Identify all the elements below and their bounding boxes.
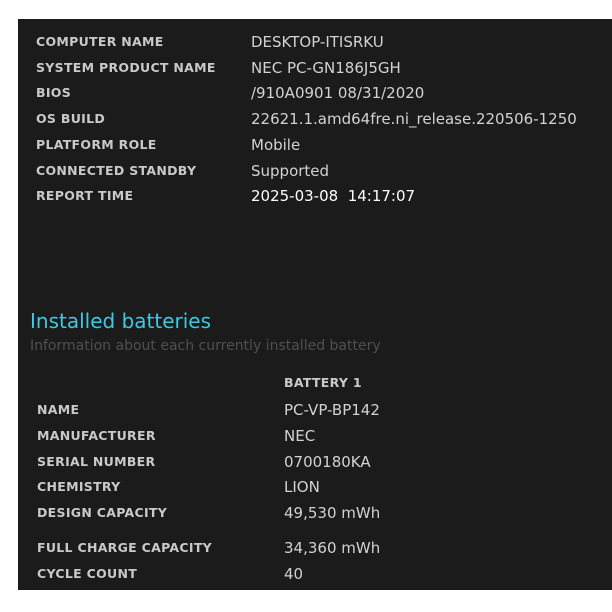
battery-1-column-header: BATTERY 1 — [284, 375, 362, 390]
battery-value: 49,530 mWh — [284, 504, 381, 522]
system-info-row-report-time: REPORT TIME 2025-03-08 14:17:07 — [36, 184, 606, 208]
battery-row-cycle-count: CYCLE COUNT 40 — [37, 562, 607, 586]
battery-label: CYCLE COUNT — [37, 566, 138, 581]
battery-value: 34,360 mWh — [284, 539, 381, 557]
battery-label: FULL CHARGE CAPACITY — [37, 540, 212, 555]
system-info-row-product-name: SYSTEM PRODUCT NAME NEC PC-GN186J5GH — [36, 56, 606, 80]
system-info-row-bios: BIOS /910A0901 08/31/2020 — [36, 81, 606, 105]
battery-value: LION — [284, 478, 320, 496]
battery-row-name: NAME PC-VP-BP142 — [37, 398, 607, 422]
system-info-value: 22621.1.amd64fre.ni_release.220506-1250 — [251, 110, 577, 128]
system-info-row-computer-name: COMPUTER NAME DESKTOP-ITISRKU — [36, 30, 606, 54]
system-info-label: PLATFORM ROLE — [36, 137, 157, 152]
battery-label: DESIGN CAPACITY — [37, 505, 168, 520]
battery-row-manufacturer: MANUFACTURER NEC — [37, 424, 607, 448]
system-info-label: COMPUTER NAME — [36, 34, 164, 49]
system-info-value: NEC PC-GN186J5GH — [251, 59, 401, 77]
system-info-row-platform-role: PLATFORM ROLE Mobile — [36, 133, 606, 157]
battery-label: CHEMISTRY — [37, 479, 121, 494]
installed-batteries-subtitle: Information about each currently install… — [30, 338, 381, 354]
battery-report-panel: COMPUTER NAME DESKTOP-ITISRKU SYSTEM PRO… — [18, 19, 612, 590]
system-info-label: OS BUILD — [36, 111, 106, 126]
system-info-value: /910A0901 08/31/2020 — [251, 84, 425, 102]
system-info-value: DESKTOP-ITISRKU — [251, 33, 384, 51]
battery-row-chemistry: CHEMISTRY LION — [37, 475, 607, 499]
battery-row-full-charge-capacity: FULL CHARGE CAPACITY 34,360 mWh — [37, 536, 607, 560]
battery-value: 0700180KA — [284, 453, 371, 471]
system-info-label: BIOS — [36, 85, 72, 100]
system-info-value: Mobile — [251, 136, 301, 154]
system-info-value: Supported — [251, 162, 330, 180]
report-time-value: 2025-03-08 14:17:07 — [251, 187, 416, 205]
battery-value: PC-VP-BP142 — [284, 401, 380, 419]
installed-batteries-heading: Installed batteries — [30, 309, 212, 333]
system-info-label: REPORT TIME — [36, 188, 134, 203]
system-info-row-connected-standby: CONNECTED STANDBY Supported — [36, 159, 606, 183]
battery-value: 40 — [284, 565, 304, 583]
battery-row-design-capacity: DESIGN CAPACITY 49,530 mWh — [37, 501, 607, 525]
battery-value: NEC — [284, 427, 316, 445]
system-info-label: CONNECTED STANDBY — [36, 163, 197, 178]
battery-label: NAME — [37, 402, 80, 417]
system-info-row-os-build: OS BUILD 22621.1.amd64fre.ni_release.220… — [36, 107, 606, 131]
battery-label: MANUFACTURER — [37, 428, 156, 443]
battery-label: SERIAL NUMBER — [37, 454, 156, 469]
system-info-label: SYSTEM PRODUCT NAME — [36, 60, 216, 75]
battery-row-serial-number: SERIAL NUMBER 0700180KA — [37, 450, 607, 474]
